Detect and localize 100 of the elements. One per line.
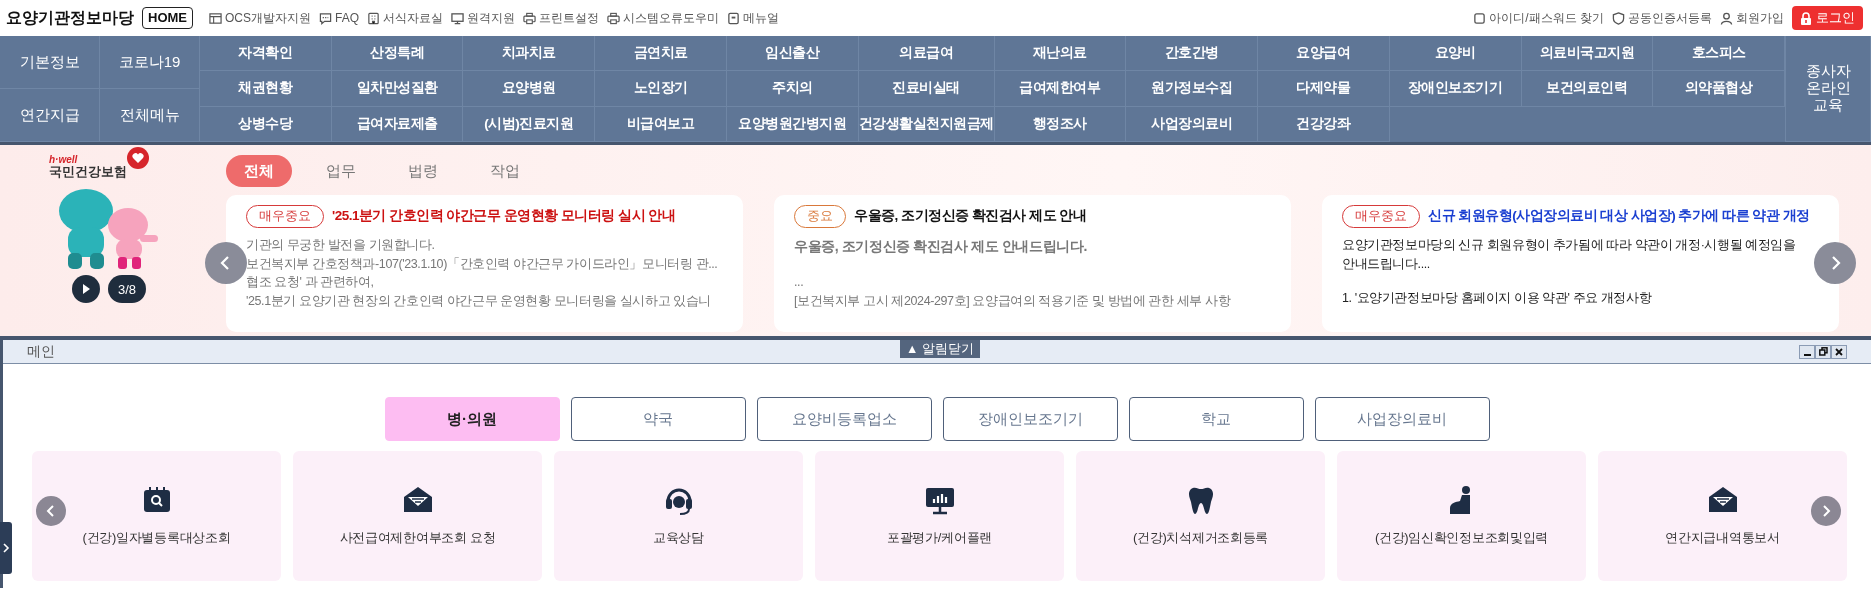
menu-tile[interactable]: 교육상담 bbox=[554, 451, 803, 581]
category-tab[interactable]: 약국 bbox=[570, 397, 746, 441]
account-link[interactable]: 아이디/패스워드 찾기 bbox=[1473, 9, 1604, 27]
menu-item[interactable]: 의약품협상 bbox=[1653, 71, 1785, 107]
menu-item[interactable]: 장애인보조기기 bbox=[1389, 71, 1522, 107]
chevron-left-icon bbox=[46, 505, 56, 517]
category-tab[interactable]: 학교 bbox=[1128, 397, 1304, 441]
menu-item[interactable]: 간호간병 bbox=[1126, 36, 1259, 72]
menu-tile[interactable]: (건강)치석제거조회등록 bbox=[1076, 451, 1325, 581]
close-alerts-button[interactable]: ▲ 알림닫기 bbox=[900, 340, 980, 358]
menu-item[interactable]: 보건의료인력 bbox=[1521, 71, 1654, 107]
category-tab[interactable]: 병·의원 bbox=[384, 397, 560, 441]
menu-item[interactable]: 주치의 bbox=[726, 71, 859, 107]
menu-tile[interactable]: 사전급여제한여부조회 요청 bbox=[293, 451, 542, 581]
top-link[interactable]: 프린트설정 bbox=[523, 9, 600, 27]
notice-title[interactable]: 신규 회원유형(사업장의료비 대상 사업장) 추가에 따른 약관 개정 bbox=[1428, 206, 1810, 227]
notice-text: 요양기관정보마당의 신규 회원유형이 추가됨에 따라 약관이 개정·시행될 예정임을 bbox=[1342, 236, 1797, 254]
login-button[interactable]: 로그인 bbox=[1792, 5, 1863, 31]
notice-card[interactable]: 중요 우울증, 조기정신증 확진검사 제도 안내 우울증, 조기정신증 확진검사 제도 안내드립니다. ... [보건복지부 고시 제2024-297호] 요양급여의 적용기준 및 방법에 관한 세부 사항 bbox=[774, 195, 1291, 332]
notice-title[interactable]: 우울증, 조기정신증 확진검사 제도 안내 bbox=[854, 206, 1087, 227]
close-icon bbox=[1835, 347, 1843, 356]
previous-button[interactable] bbox=[205, 242, 247, 284]
priority-badge: 매우중요 bbox=[1342, 205, 1420, 228]
menu-tile[interactable]: (건강)일자별등록대상조회 bbox=[32, 451, 281, 581]
tile-label: 연간지급내역통보서 bbox=[1665, 529, 1780, 548]
notice-tab[interactable]: 작업 bbox=[472, 155, 538, 187]
menu-item[interactable]: 임신출산 bbox=[726, 36, 859, 72]
top-link[interactable]: 메뉴얼 bbox=[727, 9, 780, 27]
menu-item[interactable]: 급여자료제출 bbox=[331, 106, 464, 142]
notice-title[interactable]: '25.1분기 간호인력 야간근무 운영현황 모니터링 실시 안내 bbox=[332, 206, 676, 227]
menu-item[interactable]: 금연치료 bbox=[595, 36, 727, 72]
expand-handle[interactable] bbox=[0, 522, 12, 574]
menu-item[interactable]: 자격확인 bbox=[200, 36, 332, 72]
panel-title: 메인 bbox=[27, 342, 55, 361]
menu-item[interactable]: 재난의료 bbox=[994, 36, 1127, 72]
top-link[interactable]: 원격지원 bbox=[451, 9, 516, 27]
notice-tab[interactable]: 법령 bbox=[390, 155, 456, 187]
menu-item[interactable]: 코로나19 bbox=[100, 36, 200, 89]
logo-name: 국민건강보험 bbox=[49, 165, 127, 180]
notice-card[interactable]: 매우중요 신규 회원유형(사업장의료비 대상 사업장) 추가에 따른 약관 개정 요양기관정보마당의 신규 회원유형이 추가됨에 따라 약관이 개정·시행될 예정임을 안내드립니다.... 1. '요양기관정보마당 홈페이지 이용 약관' 주요 개정사항 bbox=[1322, 195, 1839, 332]
menu-item[interactable]: (시범)진료지원 bbox=[463, 106, 596, 142]
top-link[interactable]: 서식자료실 bbox=[367, 9, 444, 27]
notice-text: 기관의 무궁한 발전을 기원합니다. bbox=[246, 236, 436, 254]
menu-item[interactable]: 종사자 온라인 교육 bbox=[1785, 36, 1871, 142]
menu-item[interactable]: 치과치료 bbox=[463, 36, 596, 72]
menu-item[interactable]: 의료비국고지원 bbox=[1521, 36, 1654, 72]
menu-tile[interactable]: (건강)임신확인정보조회및입력 bbox=[1337, 451, 1586, 581]
menu-item[interactable]: 다제약물 bbox=[1258, 71, 1390, 107]
top-link[interactable]: OCS개발자지원 bbox=[209, 9, 311, 27]
building-icon bbox=[367, 11, 381, 25]
category-tab[interactable]: 요양비등록업소 bbox=[756, 397, 932, 441]
account-link[interactable]: 공동인증서등록 bbox=[1612, 9, 1712, 27]
next-button[interactable] bbox=[1814, 242, 1856, 284]
minimize-icon bbox=[1803, 353, 1811, 356]
priority-badge: 중요 bbox=[794, 205, 846, 228]
menu-item[interactable]: 기본정보 bbox=[0, 36, 100, 89]
menu-item[interactable]: 요양비 bbox=[1389, 36, 1522, 72]
menu-item[interactable]: 건강강좌 bbox=[1258, 106, 1390, 142]
menu-item[interactable]: 요양급여 bbox=[1258, 36, 1390, 72]
notice-tab[interactable]: 업무 bbox=[308, 155, 374, 187]
tile-label: 교육상담 bbox=[653, 529, 704, 548]
restore-button[interactable] bbox=[1815, 344, 1831, 359]
menu-item[interactable]: 요양병원간병지원 bbox=[726, 106, 859, 142]
menu-tile[interactable]: 포괄평가/케어플랜 bbox=[815, 451, 1064, 581]
menu-item[interactable]: 채권현황 bbox=[200, 71, 332, 107]
menu-item[interactable]: 연간지급 bbox=[0, 89, 100, 142]
close-button[interactable] bbox=[1831, 344, 1847, 359]
menu-item[interactable]: 행정조사 bbox=[994, 106, 1127, 142]
top-link[interactable]: 시스템오류도우미 bbox=[607, 9, 720, 27]
home-button[interactable]: HOME bbox=[142, 7, 193, 29]
category-tab[interactable]: 사업장의료비 bbox=[1314, 397, 1490, 441]
minimize-button[interactable] bbox=[1799, 344, 1815, 359]
notice-tab[interactable]: 전체 bbox=[226, 155, 292, 187]
menu-item[interactable]: 원가정보수집 bbox=[1126, 71, 1259, 107]
menu-tile[interactable]: 연간지급내역통보서 bbox=[1598, 451, 1847, 581]
menu-item[interactable]: 상병수당 bbox=[200, 106, 332, 142]
menu-item[interactable]: 건강생활실천지원금제 bbox=[858, 106, 995, 142]
notice-card[interactable]: 매우중요 '25.1분기 간호인력 야간근무 운영현황 모니터링 실시 안내 기관의 무궁한 발전을 기원합니다. 보건복지부 간호정책과-107('23.1.10)「간호인력 야간근무 가이드라인」모니터링 관... 협조 요청' 과 관련하여, '25.1분기 요양기관 현장의 간호인력 야간근무 운영현황 모니터링을 실시하고 있습니 bbox=[226, 195, 743, 332]
category-tab[interactable]: 장애인보조기기 bbox=[942, 397, 1118, 441]
menu-item[interactable]: 산정특례 bbox=[331, 36, 464, 72]
menu-item[interactable]: 일차만성질환 bbox=[331, 71, 464, 107]
monitor-icon bbox=[451, 11, 465, 25]
tile-label: (건강)임신확인정보조회및입력 bbox=[1374, 529, 1549, 548]
menu-item[interactable]: 의료급여 bbox=[858, 36, 995, 72]
menu-item[interactable]: 급여제한여부 bbox=[994, 71, 1127, 107]
menu-item[interactable]: 호스피스 bbox=[1653, 36, 1785, 72]
menu-item[interactable]: 전체메뉴 bbox=[100, 89, 200, 142]
menu-item[interactable]: 비급여보고 bbox=[595, 106, 727, 142]
person-icon bbox=[1720, 11, 1733, 25]
menu-item[interactable]: 사업장의료비 bbox=[1126, 106, 1259, 142]
lock-icon bbox=[1800, 11, 1812, 25]
menu-item[interactable]: 진료비실태 bbox=[858, 71, 995, 107]
top-link[interactable]: FAQ bbox=[319, 9, 360, 27]
tile-label: (건강)치석제거조회등록 bbox=[1132, 529, 1269, 548]
play-button[interactable] bbox=[71, 275, 100, 304]
account-link[interactable]: 회원가입 bbox=[1720, 9, 1784, 27]
menu-item[interactable]: 요양병원 bbox=[463, 71, 596, 107]
menu-item[interactable]: 노인장기 bbox=[595, 71, 727, 107]
notice-text: [보건복지부 고시 제2024-297호] 요양급여의 적용기준 및 방법에 관한 세부 사항 bbox=[794, 292, 1232, 310]
priority-badge: 매우중요 bbox=[246, 205, 324, 228]
